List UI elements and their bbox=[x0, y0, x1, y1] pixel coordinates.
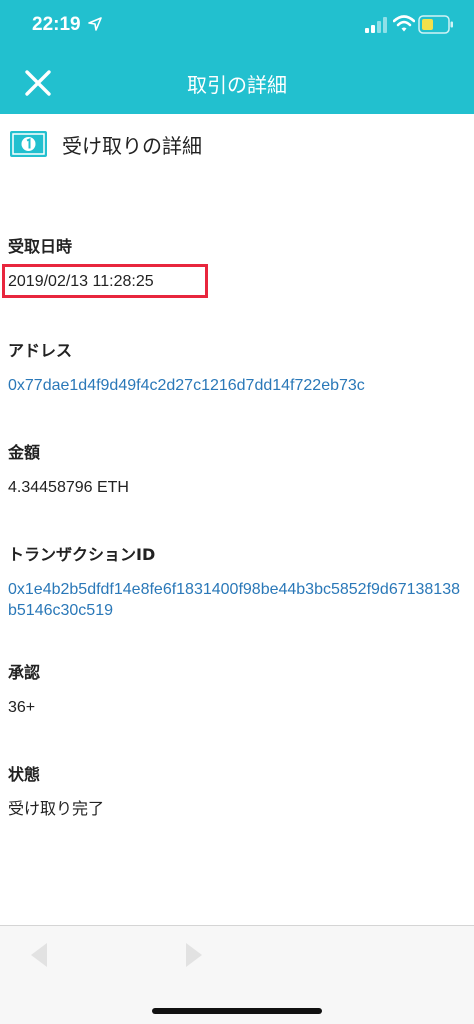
address-label: アドレス bbox=[8, 341, 73, 360]
nav-title: 取引の詳細 bbox=[187, 73, 287, 97]
home-indicator[interactable] bbox=[152, 1008, 322, 1014]
confirmations-field: 承認 36+ bbox=[8, 663, 468, 718]
amount-field: 金額 4.34458796 ETH bbox=[8, 443, 468, 498]
amount-label: 金額 bbox=[8, 443, 41, 462]
money-bill-icon bbox=[10, 131, 47, 157]
battery-icon bbox=[418, 15, 453, 34]
section-title: 受け取りの詳細 bbox=[62, 133, 202, 158]
status-label: 状態 bbox=[8, 765, 41, 784]
location-arrow-icon bbox=[88, 17, 102, 31]
status-value: 受け取り完了 bbox=[8, 801, 105, 818]
transaction-id-link[interactable]: 0x1e4b2b5dfdf14e8fe6f1831400f98be44b3bc5… bbox=[8, 579, 468, 621]
wifi-icon bbox=[393, 15, 415, 32]
confirmations-label: 承認 bbox=[8, 663, 41, 682]
status-field: 状態 受け取り完了 bbox=[8, 765, 468, 820]
back-arrow-icon[interactable] bbox=[30, 942, 48, 968]
address-field: アドレス 0x77dae1d4f9d49f4c2d27c1216d7dd14f7… bbox=[8, 341, 468, 396]
forward-arrow-icon[interactable] bbox=[185, 942, 203, 968]
transaction-detail-screen: 22:19 取引の詳細 受け取りの詳細 受取日時 2019/02/13 11:2… bbox=[0, 0, 474, 1024]
amount-value: 4.34458796 ETH bbox=[8, 479, 129, 496]
transaction-id-label: トランザクションID bbox=[8, 545, 156, 564]
status-time: 22:19 bbox=[32, 14, 81, 35]
confirmations-value: 36+ bbox=[8, 699, 36, 716]
cellular-signal-icon bbox=[365, 17, 387, 33]
received-date-label: 受取日時 bbox=[8, 237, 73, 256]
address-link[interactable]: 0x77dae1d4f9d49f4c2d27c1216d7dd14f722eb7… bbox=[8, 375, 468, 396]
header-bar: 22:19 取引の詳細 bbox=[0, 0, 474, 114]
section-header: 受け取りの詳細 bbox=[10, 128, 202, 160]
transaction-id-field: トランザクションID 0x1e4b2b5dfdf14e8fe6f1831400f… bbox=[8, 545, 468, 621]
highlight-annotation bbox=[2, 264, 208, 298]
